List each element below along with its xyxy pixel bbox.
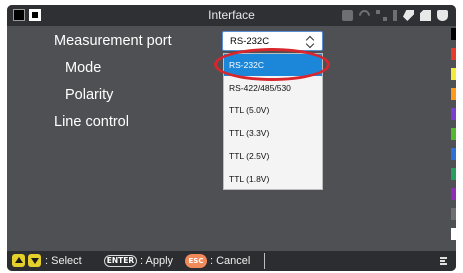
sd-card-icon [420, 10, 431, 21]
option-ttl-2-5v[interactable]: TTL (2.5V) [224, 145, 322, 167]
bottom-bar: : Select ENTER : Apply ESC : Cancel [7, 251, 456, 271]
label-line-control: Line control [54, 114, 129, 130]
power-plug-icon [437, 10, 448, 21]
label-polarity: Polarity [65, 87, 114, 103]
color-swatch [451, 128, 456, 140]
enter-key-icon: ENTER [104, 255, 137, 267]
color-swatch [451, 48, 456, 60]
menu-icon[interactable] [440, 257, 447, 265]
status-icons [342, 7, 448, 24]
printer-icon [342, 10, 353, 21]
color-swatch [451, 208, 456, 220]
up-arrow-icon [12, 254, 25, 267]
esc-key-icon: ESC [185, 254, 207, 268]
network-icon [376, 10, 387, 21]
device-screen: Interface Measurement port Mode Polarity… [7, 5, 456, 271]
cancel-hint: : Cancel [210, 255, 251, 267]
option-ttl-3-3v[interactable]: TTL (3.3V) [224, 122, 322, 144]
down-arrow-icon [28, 254, 41, 267]
color-swatch [451, 68, 456, 80]
color-swatch [451, 228, 456, 240]
tool-icon [403, 10, 414, 21]
color-swatch [451, 108, 456, 120]
select-value: RS-232C [230, 36, 270, 47]
top-bar: Interface [7, 5, 456, 26]
color-swatch [451, 88, 456, 100]
color-swatch [451, 28, 456, 40]
wifi-icon [356, 7, 373, 24]
usb-icon [393, 10, 397, 21]
color-swatch [451, 168, 456, 180]
apply-hint: : Apply [140, 255, 174, 267]
divider [264, 253, 265, 269]
select-hint: : Select [45, 255, 82, 267]
annotation-ring [214, 48, 330, 81]
color-strip [451, 28, 456, 253]
label-mode: Mode [65, 60, 102, 76]
color-swatch [451, 188, 456, 200]
chevron-updown-icon [306, 35, 314, 48]
option-ttl-1-8v[interactable]: TTL (1.8V) [224, 168, 322, 190]
color-swatch [451, 148, 456, 160]
label-measurement-port: Measurement port [54, 33, 172, 49]
option-ttl-5v[interactable]: TTL (5.0V) [224, 99, 322, 121]
screen: Interface Measurement port Mode Polarity… [0, 0, 463, 273]
